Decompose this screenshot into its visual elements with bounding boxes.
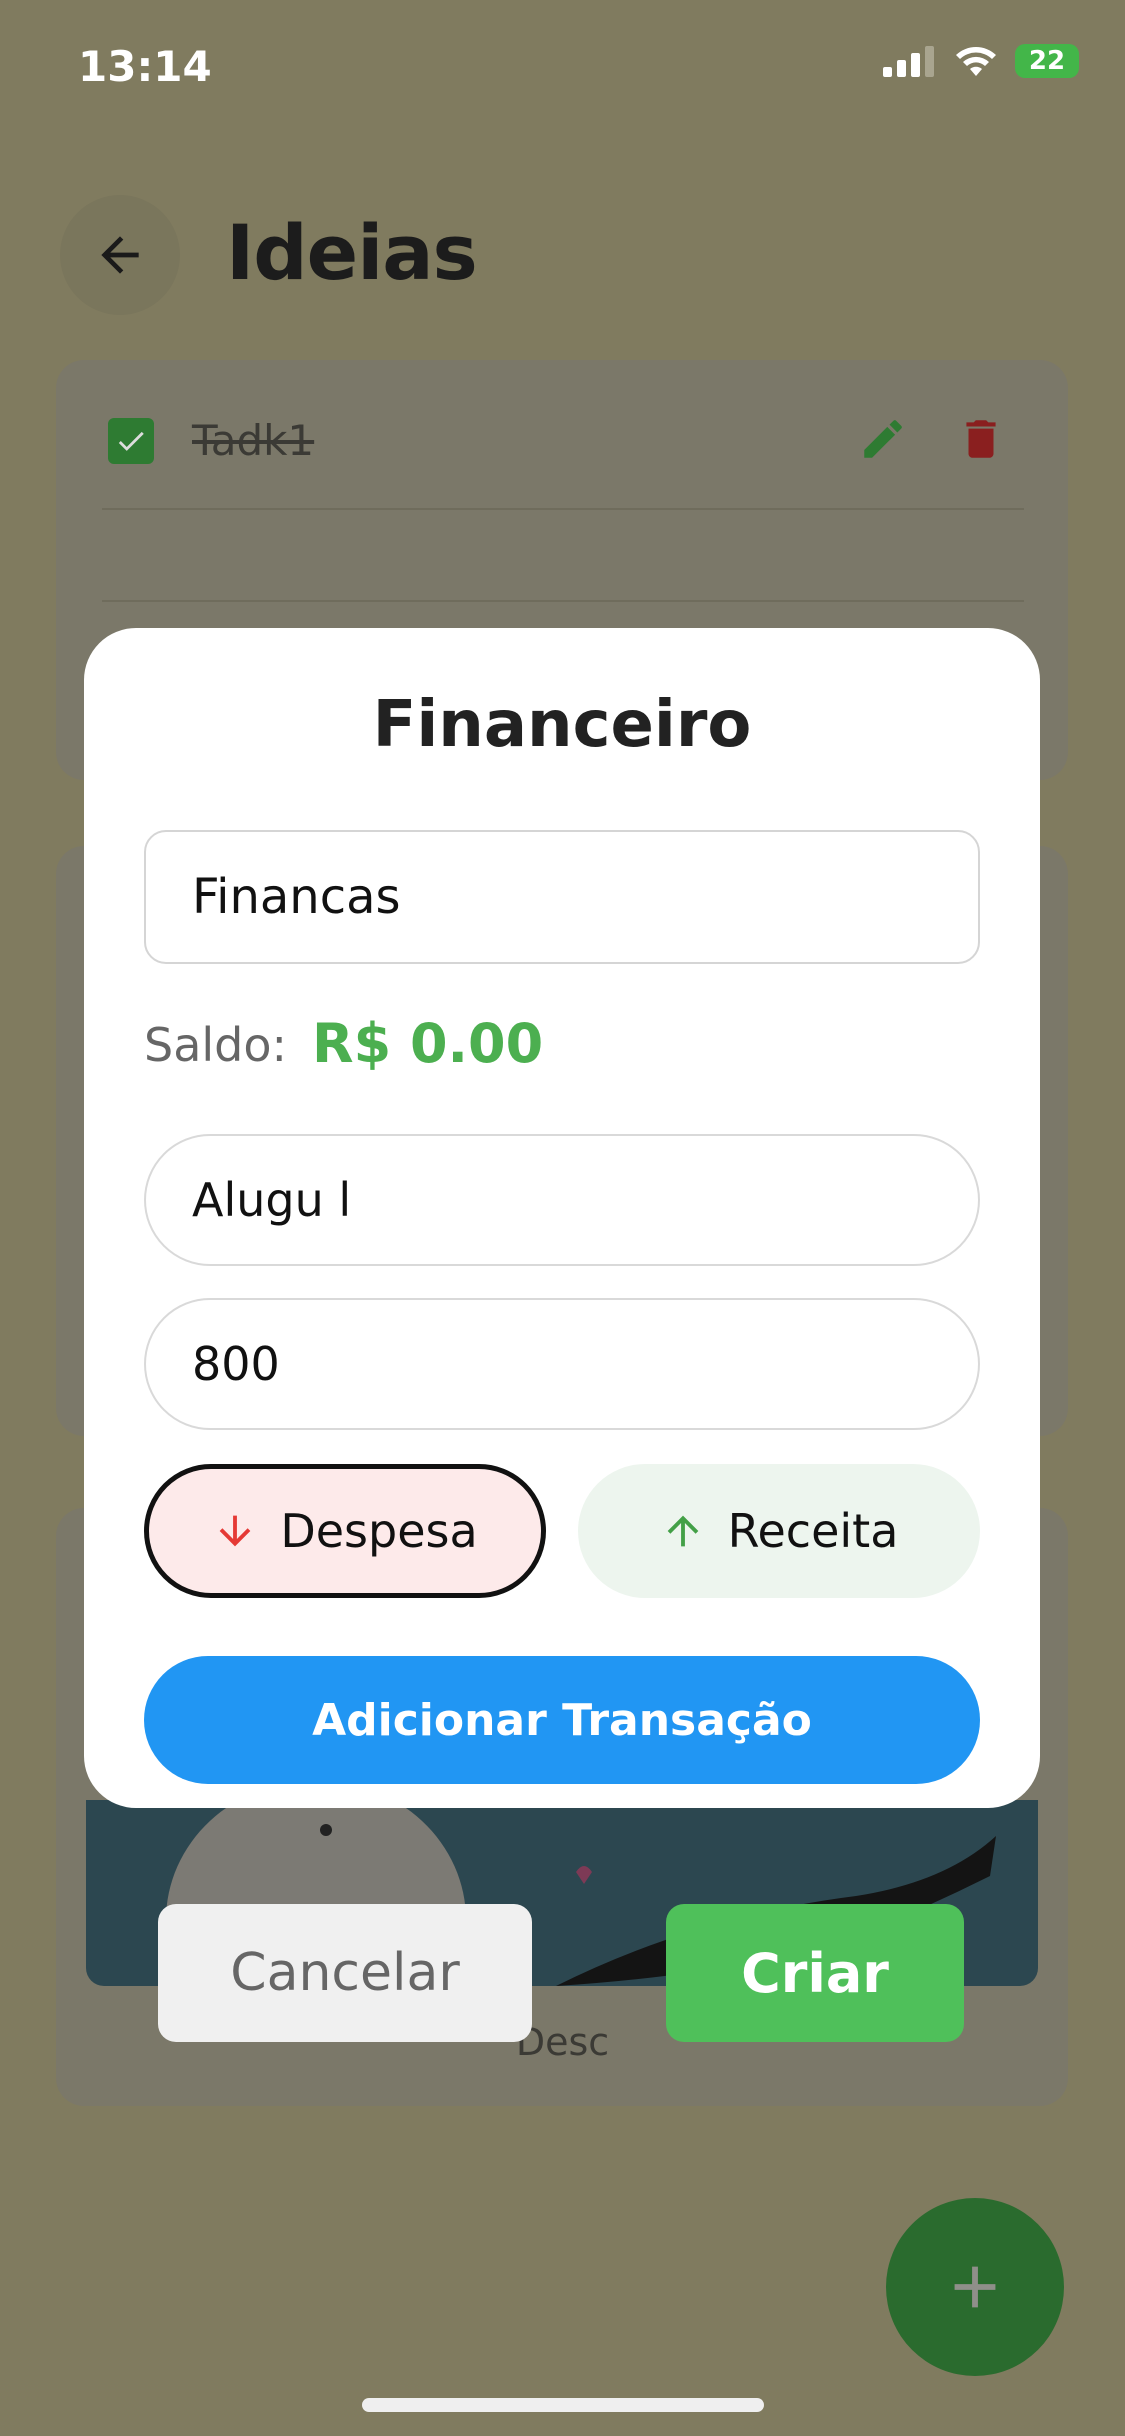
check-icon — [118, 431, 144, 451]
modal-title: Financeiro — [372, 688, 752, 762]
divider — [102, 600, 1024, 602]
status-time: 13:14 — [78, 42, 212, 91]
page-title: Ideias — [226, 208, 478, 297]
arrow-down-icon — [219, 1515, 251, 1547]
plus-icon — [954, 2266, 996, 2308]
finance-modal: Financeiro Saldo: R$ 0.00 Despesa Receit… — [84, 628, 1040, 1808]
create-button[interactable]: Criar — [666, 1904, 964, 2042]
transaction-amount-input[interactable] — [144, 1298, 980, 1430]
task-label: Tadk1 — [192, 416, 315, 465]
delete-icon[interactable] — [956, 414, 1006, 464]
balance-label: Saldo: — [144, 1018, 288, 1072]
home-indicator[interactable] — [362, 2398, 764, 2412]
divider — [102, 508, 1024, 510]
finance-name-input[interactable] — [144, 830, 980, 964]
add-transaction-button[interactable]: Adicionar Transação — [144, 1656, 980, 1784]
wifi-icon — [956, 47, 996, 76]
arrow-left-icon — [101, 236, 139, 274]
balance-value: R$ 0.00 — [312, 1012, 544, 1075]
back-button[interactable] — [60, 195, 180, 315]
cellular-signal-icon — [883, 46, 934, 77]
edit-icon[interactable] — [858, 414, 908, 464]
add-fab-button[interactable] — [886, 2198, 1064, 2376]
arrow-up-icon — [667, 1515, 698, 1547]
income-label: Receita — [727, 1504, 899, 1558]
status-icons: 22 — [883, 44, 1079, 78]
battery-indicator: 22 — [1015, 44, 1079, 78]
task-checkbox[interactable] — [108, 418, 154, 464]
expense-type-button[interactable]: Despesa — [144, 1464, 546, 1598]
cancel-button[interactable]: Cancelar — [158, 1904, 532, 2042]
income-type-button[interactable]: Receita — [578, 1464, 980, 1598]
expense-label: Despesa — [280, 1504, 478, 1558]
transaction-description-input[interactable] — [144, 1134, 980, 1266]
